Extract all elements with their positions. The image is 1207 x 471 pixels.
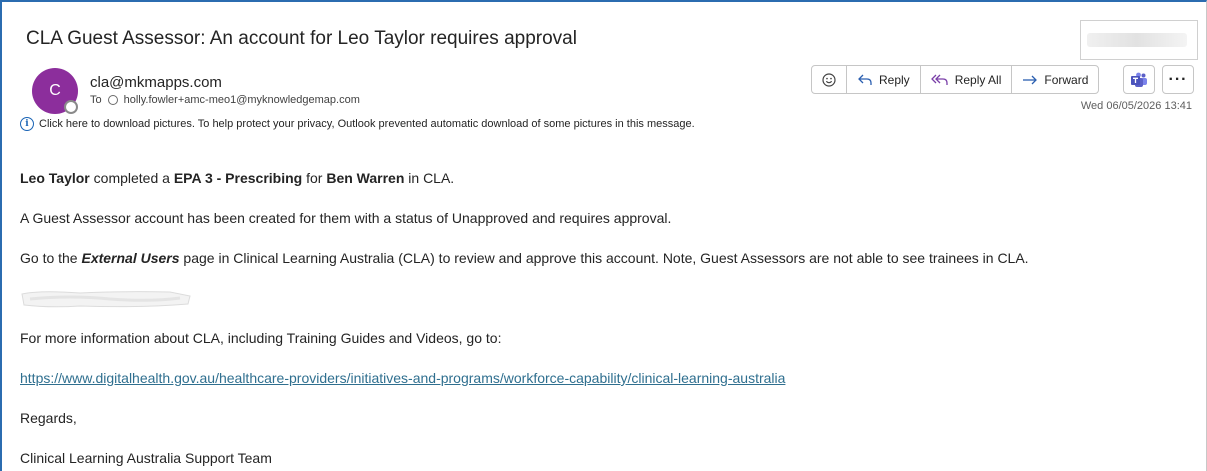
text-fragment: completed a [89,170,174,186]
teams-icon [1131,72,1147,87]
activity-name: EPA 3 - Prescribing [173,170,303,186]
redacted-region [1080,20,1198,60]
message-actions-toolbar: Reply Reply All Forward [811,65,1100,94]
redacted-signature-image [21,291,191,308]
assessor-name: Leo Taylor [20,170,90,186]
smiley-icon [822,72,836,87]
body-line-instructions: Go to the External Users page in Clinica… [20,250,1029,266]
teams-button[interactable] [1123,65,1155,94]
to-label: To [90,94,102,106]
text-fragment: for [302,170,327,186]
react-button[interactable] [812,66,847,93]
forward-button[interactable]: Forward [1012,66,1098,93]
reply-label: Reply [879,72,910,87]
cla-info-link[interactable]: https://www.digitalhealth.gov.au/healthc… [20,370,785,386]
forward-label: Forward [1044,72,1089,87]
body-line-account-created: A Guest Assessor account has been create… [20,210,672,226]
signature-text: Clinical Learning Australia Support Team [20,450,272,466]
redaction-blur [1087,33,1187,47]
more-label: ··· [1168,70,1188,88]
body-line-more-info: For more information about CLA, includin… [20,330,502,346]
download-pictures-text[interactable]: Click here to download pictures. To help… [39,118,695,130]
email-reading-pane: CLA Guest Assessor: An account for Leo T… [0,0,1207,471]
trainee-name: Ben Warren [326,170,405,186]
text-fragment: page in Clinical Learning Australia (CLA… [179,250,1029,266]
email-subject: CLA Guest Assessor: An account for Leo T… [26,28,577,49]
reply-all-icon [930,74,948,85]
reply-all-label: Reply All [954,72,1002,87]
reply-button[interactable]: Reply [847,66,921,93]
text-fragment: in CLA. [404,170,455,186]
external-users-page-name: External Users [81,250,180,266]
text-fragment: Go to the [20,250,82,266]
received-date: Wed 06/05/2026 13:41 [1080,100,1192,112]
sender-address[interactable]: cla@mkmapps.com [90,74,222,91]
info-icon: i [20,117,34,131]
recipient-address[interactable]: holly.fowler+amc-meo1@myknowledgemap.com [124,94,360,106]
recipient-line: To holly.fowler+amc-meo1@myknowledgemap.… [90,94,360,106]
download-pictures-notice[interactable]: i Click here to download pictures. To he… [20,117,695,131]
reply-icon [858,74,872,85]
recipient-presence-icon [107,95,118,105]
presence-status-icon [64,100,78,114]
regards-text: Regards, [20,410,77,426]
more-actions-button[interactable]: ··· [1162,65,1194,94]
forward-arrow-icon [1023,75,1038,84]
avatar-initial: C [49,82,61,99]
reply-all-button[interactable]: Reply All [921,66,1013,93]
body-line-completed: Leo Taylor completed a EPA 3 - Prescribi… [20,170,454,186]
